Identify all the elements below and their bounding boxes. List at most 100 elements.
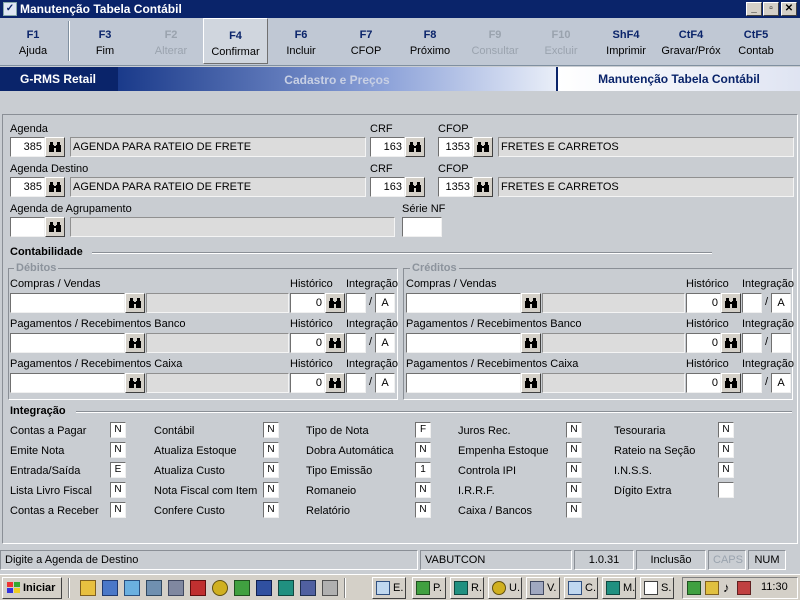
flag-juros-rec-input[interactable]: N	[566, 422, 582, 438]
debitos-account-search-button[interactable]	[125, 293, 145, 313]
flag-i-r-r-f-input[interactable]: N	[566, 482, 582, 498]
debitos-account-input[interactable]	[10, 333, 125, 353]
f1-help-button[interactable]: F1 Ajuda	[0, 18, 66, 64]
task-button-u[interactable]: U.	[488, 577, 522, 599]
tray-app-icon[interactable]	[705, 581, 719, 595]
creditos-historico-input[interactable]: 0	[686, 293, 721, 313]
speaker-icon[interactable]: ♪	[723, 580, 730, 595]
flag-controla-ipi-input[interactable]: N	[566, 462, 582, 478]
debitos-integracao-prefix-input[interactable]	[346, 373, 366, 393]
creditos-integracao-prefix-input[interactable]	[742, 373, 762, 393]
creditos-historico-search-button[interactable]	[721, 373, 741, 393]
task-button-s[interactable]: S.	[640, 577, 674, 599]
creditos-historico-input[interactable]: 0	[686, 333, 721, 353]
creditos-account-search-button[interactable]	[521, 293, 541, 313]
creditos-integracao-prefix-input[interactable]	[742, 293, 762, 313]
quicklaunch-network-icon[interactable]	[234, 580, 250, 596]
debitos-integracao-prefix-input[interactable]	[346, 333, 366, 353]
debitos-integracao-input[interactable]: A	[375, 293, 395, 313]
quicklaunch-browser-icon[interactable]	[124, 580, 140, 596]
tray-network-icon[interactable]	[687, 581, 701, 595]
creditos-historico-search-button[interactable]	[721, 293, 741, 313]
flag-digito-extra-input[interactable]	[718, 482, 734, 498]
quicklaunch-clock-icon[interactable]	[212, 580, 228, 596]
creditos-account-search-button[interactable]	[521, 333, 541, 353]
agrupamento-search-button[interactable]	[45, 217, 65, 237]
creditos-account-search-button[interactable]	[521, 373, 541, 393]
f4-confirm-button[interactable]: F4 Confirmar	[203, 18, 268, 64]
cfop-code-input[interactable]: 1353	[438, 137, 473, 157]
flag-atualiza-custo-input[interactable]: N	[263, 462, 279, 478]
debitos-historico-input[interactable]: 0	[290, 293, 325, 313]
debitos-historico-search-button[interactable]	[325, 333, 345, 353]
crf-search-button[interactable]	[405, 137, 425, 157]
flag-confere-custo-input[interactable]: N	[263, 502, 279, 518]
creditos-account-input[interactable]	[406, 373, 521, 393]
flag-relatorio-input[interactable]: N	[415, 502, 431, 518]
crf-destino-input[interactable]: 163	[370, 177, 405, 197]
agenda-destino-search-button[interactable]	[45, 177, 65, 197]
flag-rateio-na-secao-input[interactable]: N	[718, 442, 734, 458]
flag-contas-a-receber-input[interactable]: N	[110, 502, 126, 518]
task-button-v[interactable]: V.	[526, 577, 560, 599]
agenda-search-button[interactable]	[45, 137, 65, 157]
serie-nf-input[interactable]	[402, 217, 442, 237]
crf-destino-search-button[interactable]	[405, 177, 425, 197]
crf-input[interactable]: 163	[370, 137, 405, 157]
flag-romaneio-input[interactable]: N	[415, 482, 431, 498]
flag-i-n-s-s-input[interactable]: N	[718, 462, 734, 478]
agenda-code-input[interactable]: 385	[10, 137, 45, 157]
flag-dobra-automatica-input[interactable]: N	[415, 442, 431, 458]
f7-cfop-button[interactable]: F7 CFOP	[334, 18, 398, 64]
f10-delete-button[interactable]: F10 Excluir	[528, 18, 594, 64]
creditos-historico-input[interactable]: 0	[686, 373, 721, 393]
task-button-e[interactable]: E.	[372, 577, 406, 599]
ctf4-save-next-button[interactable]: CtF4 Gravar/Próx	[658, 18, 724, 64]
debitos-integracao-prefix-input[interactable]	[346, 293, 366, 313]
debitos-integracao-input[interactable]: A	[375, 333, 395, 353]
debitos-integracao-input[interactable]: A	[375, 373, 395, 393]
cfop-destino-code-input[interactable]: 1353	[438, 177, 473, 197]
start-button[interactable]: Iniciar	[2, 577, 62, 599]
flag-tipo-de-nota-input[interactable]: F	[415, 422, 431, 438]
quicklaunch-misc-icon[interactable]	[322, 580, 338, 596]
flag-caixa-bancos-input[interactable]: N	[566, 502, 582, 518]
task-button-p[interactable]: P.	[412, 577, 446, 599]
debitos-historico-search-button[interactable]	[325, 293, 345, 313]
quicklaunch-notes-icon[interactable]	[80, 580, 96, 596]
task-button-r[interactable]: R.	[450, 577, 484, 599]
flag-entrada-saida-input[interactable]: E	[110, 462, 126, 478]
creditos-account-input[interactable]	[406, 333, 521, 353]
flag-empenha-estoque-input[interactable]: N	[566, 442, 582, 458]
ctf5-accounting-button[interactable]: CtF5 Contab	[724, 18, 788, 64]
creditos-integracao-input[interactable]	[771, 333, 791, 353]
debitos-historico-input[interactable]: 0	[290, 373, 325, 393]
cfop-search-button[interactable]	[473, 137, 493, 157]
flag-lista-livro-fiscal-input[interactable]: N	[110, 482, 126, 498]
cfop-destino-search-button[interactable]	[473, 177, 493, 197]
quicklaunch-files-icon[interactable]	[300, 580, 316, 596]
flag-nota-fiscal-com-item-input[interactable]: N	[263, 482, 279, 498]
quicklaunch-tool-icon[interactable]	[190, 580, 206, 596]
creditos-historico-search-button[interactable]	[721, 333, 741, 353]
flag-tesouraria-input[interactable]: N	[718, 422, 734, 438]
quicklaunch-terminal-icon[interactable]	[146, 580, 162, 596]
creditos-integracao-prefix-input[interactable]	[742, 333, 762, 353]
quicklaunch-outlook-icon[interactable]	[102, 580, 118, 596]
close-button[interactable]: ✕	[781, 2, 797, 16]
clock[interactable]: 11:30	[761, 581, 788, 593]
f6-insert-button[interactable]: F6 Incluir	[268, 18, 334, 64]
quicklaunch-app-icon[interactable]	[168, 580, 184, 596]
flag-atualiza-estoque-input[interactable]: N	[263, 442, 279, 458]
shf4-print-button[interactable]: ShF4 Imprimir	[594, 18, 658, 64]
f2-edit-button[interactable]: F2 Alterar	[138, 18, 204, 64]
debitos-account-input[interactable]	[10, 373, 125, 393]
f3-exit-button[interactable]: F3 Fim	[72, 18, 138, 64]
maximize-button[interactable]: ▫	[763, 2, 779, 16]
agenda-destino-code-input[interactable]: 385	[10, 177, 45, 197]
task-button-m[interactable]: M.	[602, 577, 636, 599]
agrupamento-code-input[interactable]	[10, 217, 45, 237]
minimize-button[interactable]: _	[746, 2, 762, 16]
creditos-integracao-input[interactable]: A	[771, 293, 791, 313]
debitos-account-search-button[interactable]	[125, 373, 145, 393]
